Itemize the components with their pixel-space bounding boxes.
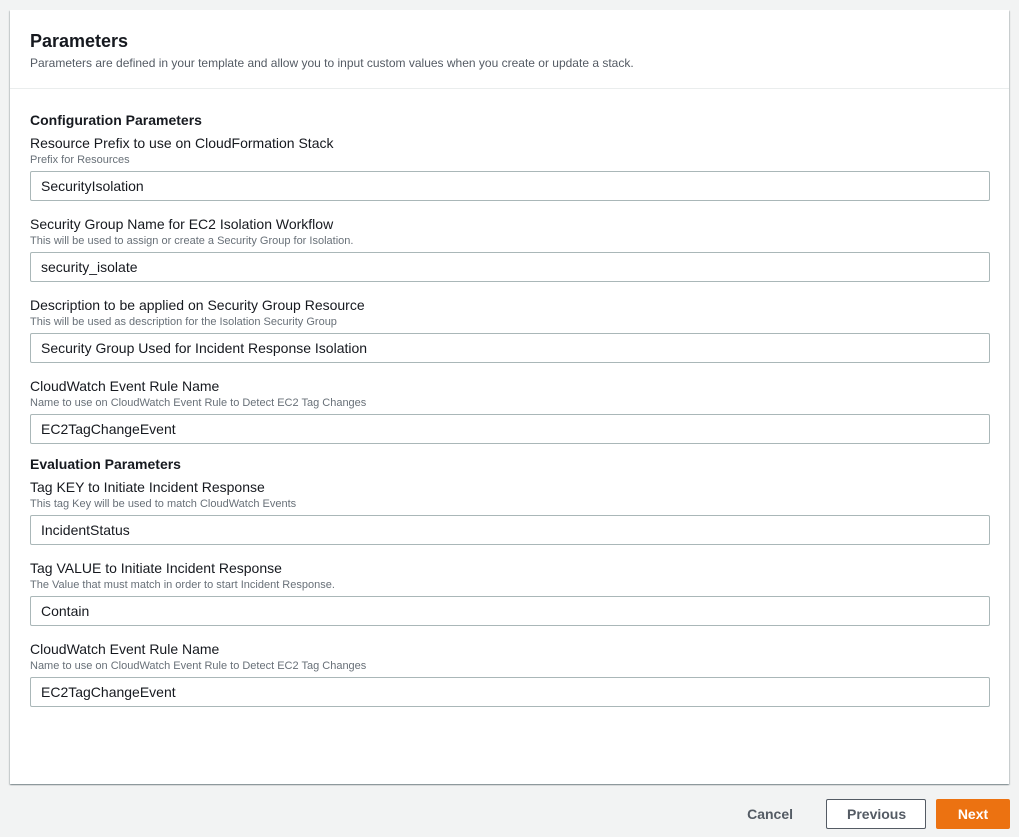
field-security-group-name: Security Group Name for EC2 Isolation Wo… bbox=[30, 214, 990, 282]
parameters-panel: Parameters Parameters are defined in you… bbox=[10, 10, 1009, 784]
field-label: CloudWatch Event Rule Name bbox=[30, 641, 220, 657]
next-button[interactable]: Next bbox=[936, 799, 1010, 829]
field-label: Resource Prefix to use on CloudFormation… bbox=[30, 135, 334, 151]
cloudwatch-rule-name-eval-input[interactable] bbox=[30, 677, 990, 707]
security-group-description-input[interactable] bbox=[30, 333, 990, 363]
previous-button[interactable]: Previous bbox=[826, 799, 926, 829]
section-evaluation-parameters: Evaluation Parameters Tag KEY to Initiat… bbox=[30, 454, 990, 707]
field-hint: This will be used as description for the… bbox=[30, 316, 337, 328]
panel-description: Parameters are defined in your template … bbox=[30, 56, 634, 70]
field-tag-value: Tag VALUE to Initiate Incident Response … bbox=[30, 558, 990, 626]
section-title: Evaluation Parameters bbox=[30, 456, 181, 472]
field-label: Security Group Name for EC2 Isolation Wo… bbox=[30, 216, 334, 232]
field-label: CloudWatch Event Rule Name bbox=[30, 378, 220, 394]
field-label: Description to be applied on Security Gr… bbox=[30, 297, 365, 313]
section-title: Configuration Parameters bbox=[30, 112, 202, 128]
wizard-footer: Cancel Previous Next bbox=[726, 799, 1010, 829]
cancel-button[interactable]: Cancel bbox=[726, 799, 814, 829]
section-configuration-parameters: Configuration Parameters Resource Prefix… bbox=[30, 110, 990, 444]
field-hint: This will be used to assign or create a … bbox=[30, 235, 354, 247]
tag-key-input[interactable] bbox=[30, 515, 990, 545]
field-cloudwatch-rule-name-eval: CloudWatch Event Rule Name Name to use o… bbox=[30, 639, 990, 707]
tag-value-input[interactable] bbox=[30, 596, 990, 626]
field-hint: Name to use on CloudWatch Event Rule to … bbox=[30, 397, 367, 409]
field-tag-key: Tag KEY to Initiate Incident Response Th… bbox=[30, 477, 990, 545]
field-cloudwatch-rule-name-config: CloudWatch Event Rule Name Name to use o… bbox=[30, 376, 990, 444]
field-hint: The Value that must match in order to st… bbox=[30, 579, 335, 591]
field-resource-prefix: Resource Prefix to use on CloudFormation… bbox=[30, 133, 990, 201]
field-label: Tag KEY to Initiate Incident Response bbox=[30, 479, 265, 495]
field-hint: Prefix for Resources bbox=[30, 154, 130, 166]
cloudwatch-rule-name-input[interactable] bbox=[30, 414, 990, 444]
panel-header: Parameters Parameters are defined in you… bbox=[10, 10, 1009, 89]
panel-body: Configuration Parameters Resource Prefix… bbox=[10, 89, 1009, 707]
field-security-group-description: Description to be applied on Security Gr… bbox=[30, 295, 990, 363]
field-hint: This tag Key will be used to match Cloud… bbox=[30, 498, 297, 510]
field-label: Tag VALUE to Initiate Incident Response bbox=[30, 560, 282, 576]
field-hint: Name to use on CloudWatch Event Rule to … bbox=[30, 660, 367, 672]
security-group-name-input[interactable] bbox=[30, 252, 990, 282]
panel-title: Parameters bbox=[30, 31, 129, 51]
resource-prefix-input[interactable] bbox=[30, 171, 990, 201]
